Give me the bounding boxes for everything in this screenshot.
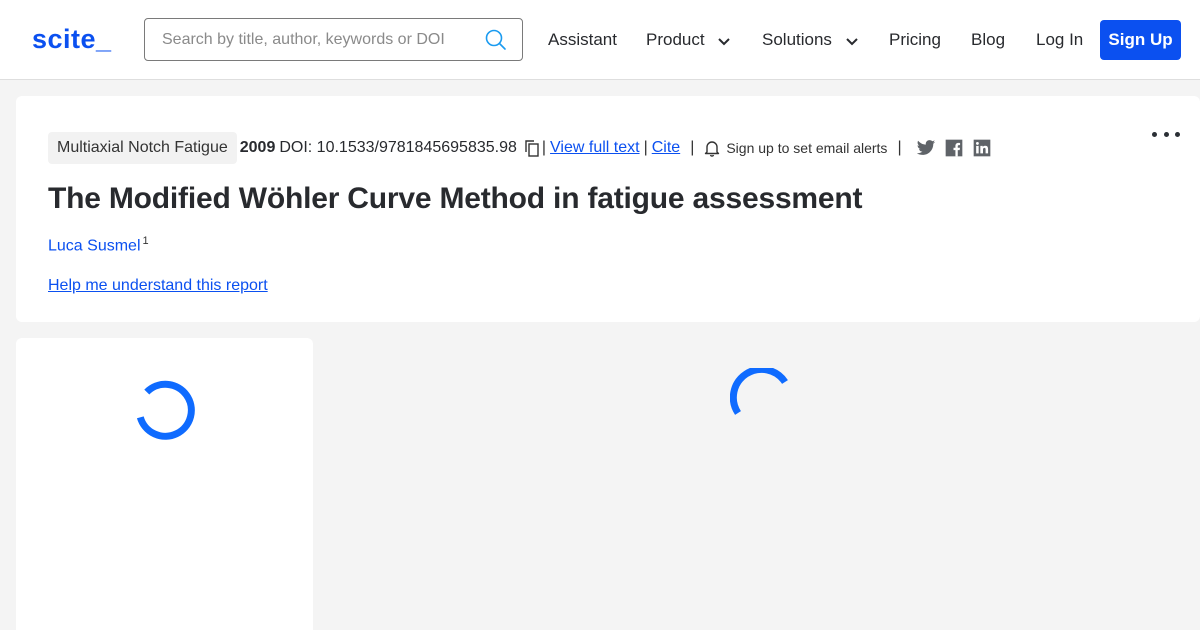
bell-icon[interactable] bbox=[704, 139, 720, 157]
nav-pricing[interactable]: Pricing bbox=[889, 30, 941, 50]
nav-blog[interactable]: Blog bbox=[971, 30, 1005, 50]
chevron-down-icon bbox=[845, 37, 858, 45]
linkedin-icon[interactable] bbox=[972, 138, 992, 158]
loading-spinner-icon bbox=[730, 368, 788, 415]
facebook-icon[interactable] bbox=[944, 138, 964, 158]
dot bbox=[1152, 131, 1157, 137]
report-header-card: Multiaxial Notch Fatigue 2009 DOI: 10.15… bbox=[16, 96, 1200, 322]
report-meta-row: Multiaxial Notch Fatigue 2009 DOI: 10.15… bbox=[48, 132, 992, 164]
nav-solutions-dropdown[interactable]: Solutions bbox=[762, 30, 859, 50]
nav-assistant-label: Assistant bbox=[548, 30, 617, 49]
separator: | bbox=[690, 139, 695, 156]
search-input[interactable] bbox=[162, 19, 472, 60]
twitter-icon[interactable] bbox=[916, 138, 936, 158]
separator: | bbox=[643, 139, 648, 156]
author-link[interactable]: Luca Susmel 1 bbox=[48, 235, 149, 255]
author-affiliation-marker: 1 bbox=[142, 235, 149, 247]
dot bbox=[1163, 131, 1169, 137]
author-name[interactable]: Luca Susmel bbox=[48, 237, 141, 254]
login-link[interactable]: Log In bbox=[1036, 30, 1083, 50]
nav-solutions-label: Solutions bbox=[762, 30, 832, 49]
chevron-down-icon bbox=[718, 37, 731, 45]
more-options-button[interactable] bbox=[1152, 126, 1180, 142]
journal-tag[interactable]: Multiaxial Notch Fatigue bbox=[48, 132, 237, 164]
help-understand-report-link[interactable]: Help me understand this report bbox=[48, 277, 268, 295]
report-title: The Modified Wöhler Curve Method in fati… bbox=[48, 182, 863, 215]
loading-spinner-icon bbox=[136, 380, 195, 440]
separator: | bbox=[897, 139, 902, 156]
separator: | bbox=[541, 139, 547, 156]
signup-button[interactable]: Sign Up bbox=[1100, 20, 1181, 60]
cite-link[interactable]: Cite bbox=[652, 139, 680, 157]
email-alerts-link[interactable]: Sign up to set email alerts bbox=[726, 140, 887, 156]
nav-assistant[interactable]: Assistant bbox=[548, 30, 617, 50]
dot bbox=[1175, 131, 1180, 137]
publication-year: 2009 bbox=[239, 139, 276, 156]
search-box[interactable] bbox=[144, 18, 523, 61]
copy-icon[interactable] bbox=[523, 139, 541, 157]
scite-logo[interactable]: scite_ bbox=[32, 24, 112, 55]
search-icon[interactable] bbox=[484, 28, 508, 52]
nav-product-label: Product bbox=[646, 30, 705, 49]
view-full-text-link[interactable]: View full text bbox=[550, 139, 640, 157]
doi-text: DOI: 10.1533/9781845695835.98 bbox=[279, 139, 517, 156]
top-navbar: scite_ Assistant Product Solutions Prici… bbox=[0, 0, 1200, 80]
nav-product-dropdown[interactable]: Product bbox=[646, 30, 731, 50]
